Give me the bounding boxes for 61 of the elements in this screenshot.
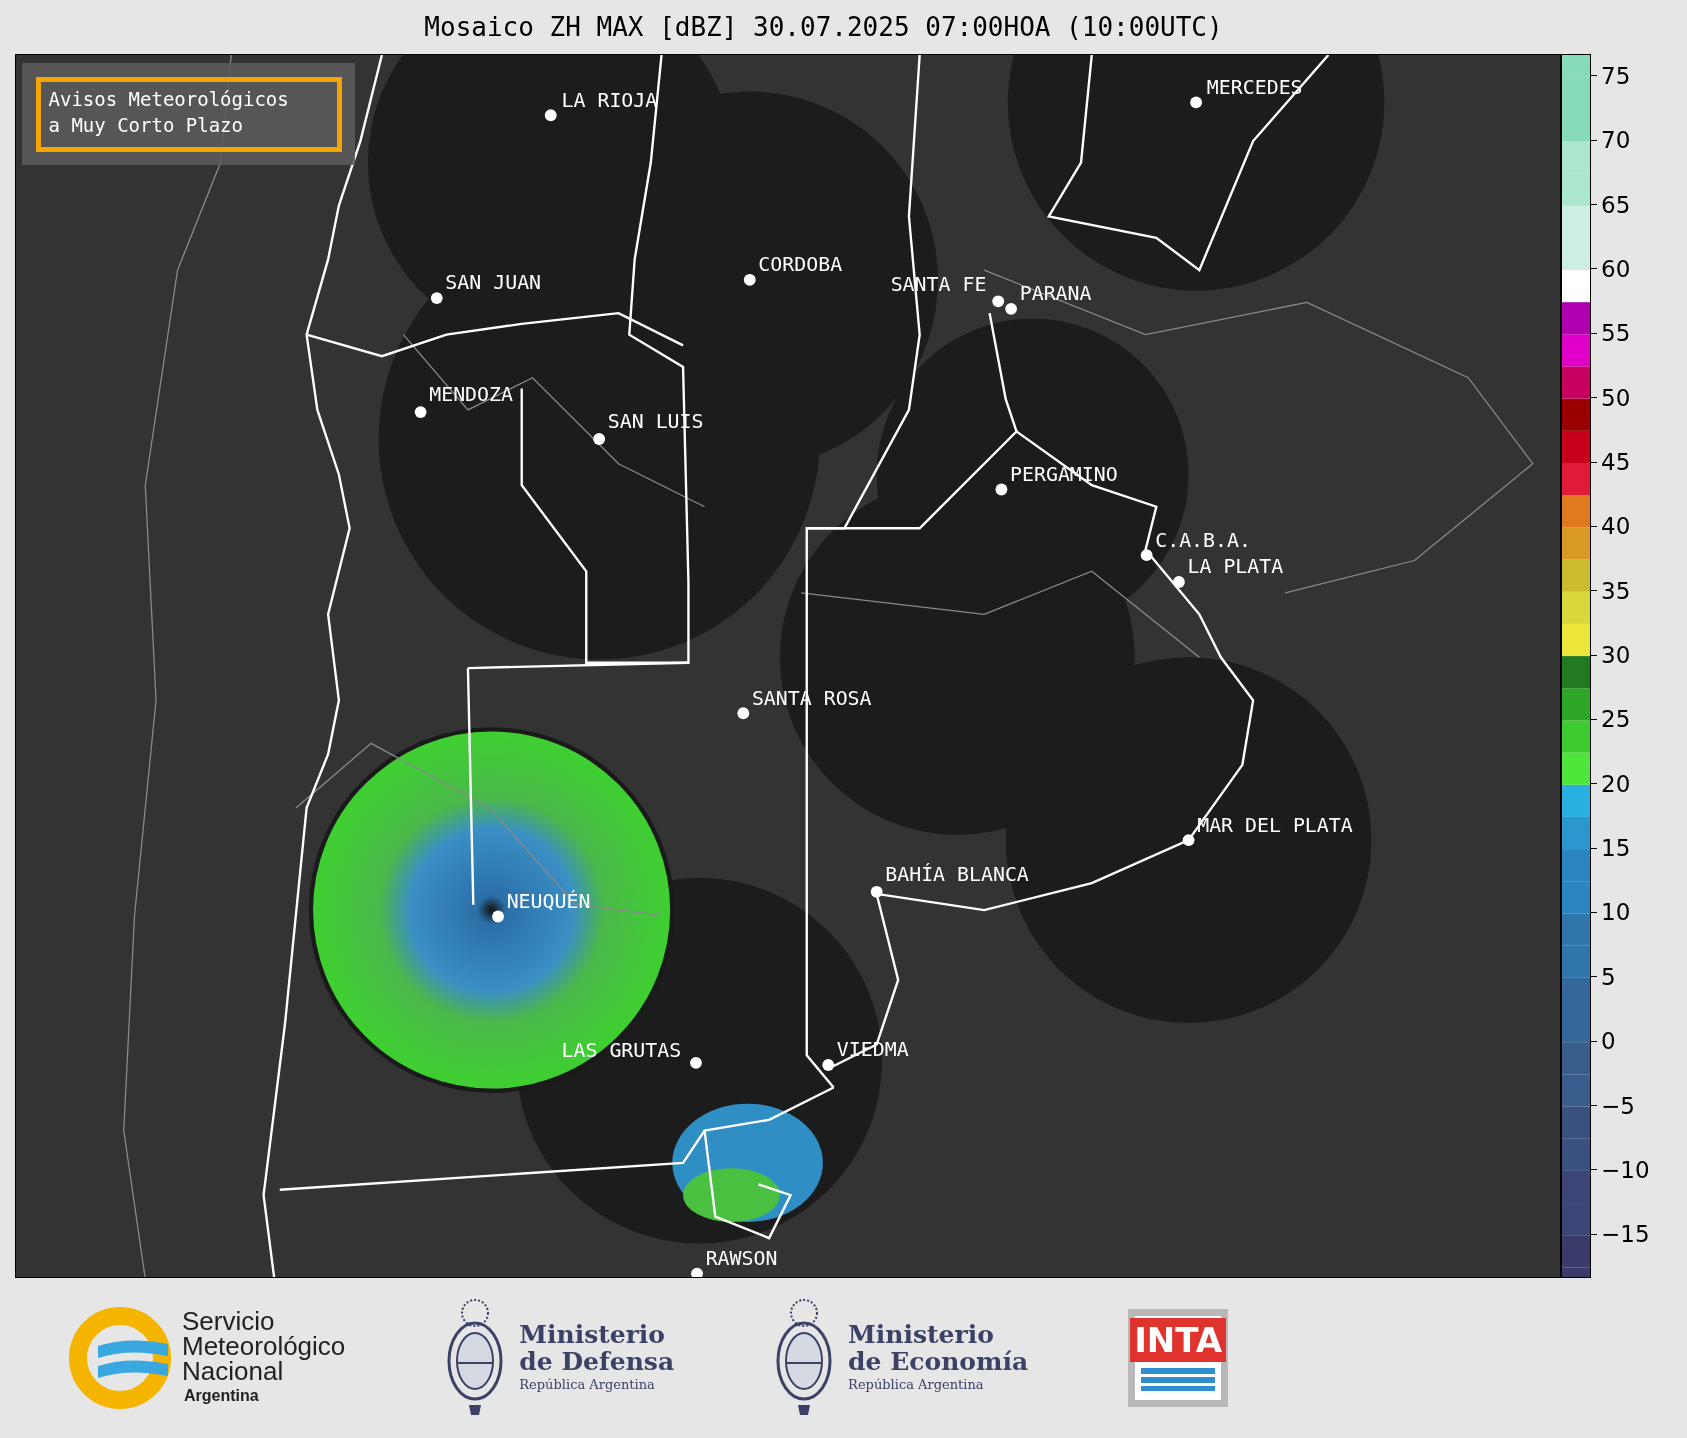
colorbar-tick-label: 15 <box>1601 835 1631 862</box>
colorbar-tick-label: 10 <box>1601 899 1631 926</box>
colorbar-tick-label: 70 <box>1601 127 1631 154</box>
city-label: PARANA <box>1019 282 1092 306</box>
city-label: SAN JUAN <box>445 271 542 295</box>
map-title: Mosaico ZH MAX [dBZ] 30.07.2025 07:00HOA (10:00UTC) <box>424 10 1223 44</box>
city-marker <box>1173 576 1185 588</box>
city-marker <box>1190 96 1202 109</box>
colorbar-tick-label: 55 <box>1601 320 1631 347</box>
colorbar-tick-label: 40 <box>1601 513 1631 540</box>
city-label: MERCEDES <box>1206 75 1303 99</box>
colorbar-tick-label: 75 <box>1601 62 1631 89</box>
ministry-name: Ministerio de Defensa <box>519 1321 675 1376</box>
colorbar-tick-label: −15 <box>1601 1221 1650 1248</box>
city-label: NEUQUÉN <box>506 889 591 913</box>
inta-label: INTA <box>1130 1318 1227 1362</box>
colorbar-tick-label: 5 <box>1601 963 1616 990</box>
colorbar-tick-label: −5 <box>1601 1092 1635 1119</box>
city-label: LA RIOJA <box>561 88 658 112</box>
city-marker <box>544 109 557 122</box>
colorbar-tick-label: 65 <box>1601 191 1631 218</box>
colorbar-tick-label: −10 <box>1601 1156 1650 1183</box>
city-label: BAHÍA BLANCA <box>885 863 1029 887</box>
country-label: República Argentina <box>519 1376 656 1395</box>
smn-logo-icon <box>68 1306 172 1410</box>
city-marker <box>1005 302 1017 315</box>
colorbar-tick-label: 45 <box>1601 449 1631 475</box>
city-marker <box>743 273 756 286</box>
city-marker <box>593 433 606 445</box>
colorbar-tick-label: 50 <box>1601 384 1631 411</box>
colorbar-tick-label: 0 <box>1601 1028 1616 1055</box>
city-label: LA PLATA <box>1187 555 1284 579</box>
city-marker <box>822 1059 835 1071</box>
city-label: LAS GRUTAS <box>561 1039 682 1063</box>
city-label: MENDOZA <box>429 383 513 407</box>
colorbar-tick-label: 35 <box>1601 577 1631 604</box>
colorbar-tick-label: 20 <box>1601 770 1631 797</box>
notice-label: Avisos Meteorológicos a Muy Corto Plazo <box>35 76 342 152</box>
city-marker <box>1182 834 1195 847</box>
city-marker <box>492 910 504 923</box>
colorbar-tick-label: 25 <box>1601 706 1631 733</box>
agency-name: Servicio Meteorológico Nacional <box>182 1308 346 1384</box>
city-marker <box>691 1267 703 1277</box>
city-marker <box>995 483 1008 496</box>
city-marker <box>737 707 750 720</box>
city-marker <box>690 1056 702 1069</box>
city-marker <box>430 292 443 304</box>
city-label: CORDOBA <box>758 253 843 277</box>
city-marker <box>870 885 883 898</box>
country-label: República Argentina <box>848 1376 985 1395</box>
city-label: MAR DEL PLATA <box>1197 813 1353 837</box>
colorbar-tick-label: 30 <box>1601 642 1631 669</box>
ministry-name: Ministerio de Economía <box>848 1321 1029 1376</box>
city-marker <box>414 406 427 418</box>
country-label: Argentina <box>184 1385 260 1406</box>
city-marker <box>992 295 1005 308</box>
city-label: C.A.B.A. <box>1155 528 1251 552</box>
city-label: RAWSON <box>705 1247 778 1270</box>
colorbar-tick-label: 60 <box>1601 255 1631 282</box>
city-marker <box>1140 549 1153 562</box>
stripes-icon <box>1141 1366 1216 1392</box>
